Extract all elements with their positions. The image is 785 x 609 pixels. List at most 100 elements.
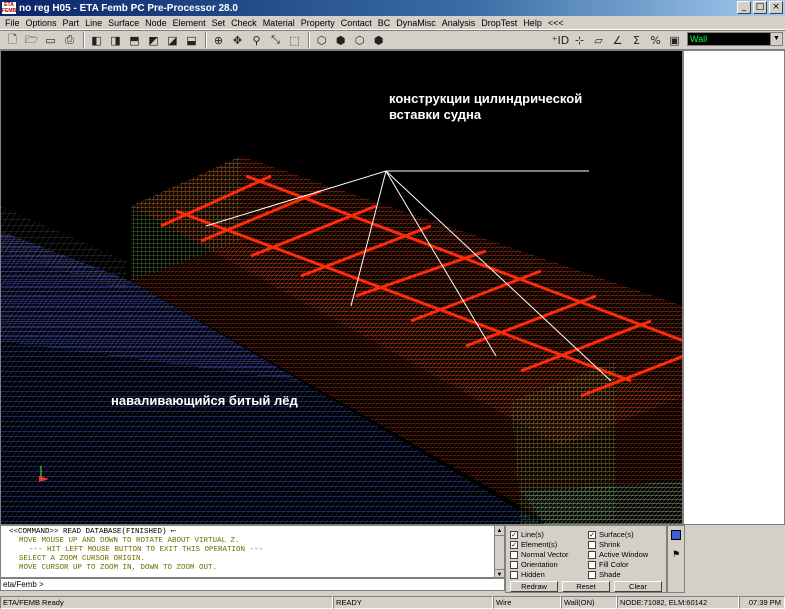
checkbox-icon[interactable] [588,540,596,549]
checkbox-icon[interactable]: ✓ [588,530,596,539]
view-cube-front-icon[interactable]: ◧ [88,32,105,48]
rotate-icon[interactable]: ⊕ [210,32,227,48]
flag-icon[interactable]: ⚑ [671,550,681,562]
command-output: <<COMMAND>> READ DATABASE(FINISHED) ⟵ MO… [0,525,505,578]
menu-check[interactable]: Check [228,18,260,28]
checkbox-surfaces[interactable]: ✓ Surface(s) [588,530,634,539]
view-cube-bottom-icon[interactable]: ⬓ [183,32,200,48]
menu-bc[interactable]: BC [375,18,394,28]
menu-options[interactable]: Options [23,18,60,28]
scroll-down-icon[interactable]: ▼ [495,569,504,577]
current-part-icon[interactable]: ▣ [666,32,683,48]
node-id-icon[interactable]: ⁺ID [552,32,570,48]
command-line: --- HIT LEFT MOUSE BUTTON TO EXIT THIS O… [29,546,264,554]
checkbox-icon[interactable] [510,560,518,569]
menu-file[interactable]: File [2,18,23,28]
checkbox-icon[interactable] [510,550,518,559]
clear-button[interactable]: Clear [614,581,662,592]
zoom-window-icon[interactable]: ⤡ [267,32,284,48]
menu-analysis[interactable]: Analysis [439,18,479,28]
checkbox-hidden[interactable]: Hidden [510,570,545,579]
graphics-viewport[interactable]: конструкции цилиндрической вставки судна… [0,50,683,525]
menu-contact[interactable]: Contact [338,18,375,28]
command-line: SELECT A ZOOM CURSOR ORIGIN. [19,555,146,563]
save-icon[interactable]: ▭ [42,32,59,48]
window-title: no reg H05 - ETA Femb PC Pre-Processor 2… [19,2,238,14]
checkbox-lines[interactable]: ✓ Line(s) [510,530,544,539]
view-cube-back-icon[interactable]: ◪ [164,32,181,48]
ruler-icon[interactable]: ▱ [590,32,607,48]
status-wall: Wall(ON) [561,596,617,609]
command-line: <<COMMAND>> READ DATABASE(FINISHED) ⟵ [9,528,176,536]
checkbox-shade[interactable]: Shade [588,570,621,579]
angle-icon[interactable]: ∠ [609,32,626,48]
part-select[interactable]: Wall ▼ [687,32,783,46]
menu-line[interactable]: Line [82,18,105,28]
print-icon[interactable]: ⎙ [61,32,78,48]
wireframe-cube-icon[interactable]: ⬡ [313,32,330,48]
checkbox-icon[interactable] [588,550,596,559]
toolbar: 🗋 🗁 ▭ ⎙ ◧ ◨ ⬒ ◩ ◪ ⬓ ⊕ ✥ ⚲ ⤡ ⬚ ⬡ ⬢ ⬡ ⬢ ⁺I… [0,30,785,50]
axis-icon[interactable]: ⊹ [571,32,588,48]
menu-property[interactable]: Property [298,18,338,28]
percent-icon[interactable]: % [647,32,664,48]
annotation-structures: конструкции цилиндрической вставки судна [389,91,583,122]
checkbox-fill-color[interactable]: Fill Color [588,560,629,569]
maximize-button[interactable]: □ [753,1,767,14]
command-prompt[interactable]: eta/Femb > [0,578,505,591]
scroll-up-icon[interactable]: ▲ [495,526,504,536]
checkbox-normal-vector[interactable]: Normal Vector [510,550,569,559]
view-cube-iso-icon[interactable]: ◩ [145,32,162,48]
status-counts: NODE:71082, ELM:60142 [617,596,739,609]
sum-icon[interactable]: Σ [628,32,645,48]
menu-droptest[interactable]: DropTest [478,18,520,28]
checkbox-elements[interactable]: ✓ Element(s) [510,540,557,549]
menu-set[interactable]: Set [209,18,229,28]
checkbox-orientation[interactable]: Orientation [510,560,558,569]
menu-bar: File Options Part Line Surface Node Elem… [0,16,785,30]
chevron-down-icon[interactable]: ▼ [770,33,782,45]
close-button[interactable]: × [769,1,783,14]
hidden-cube-icon[interactable]: ⬢ [332,32,349,48]
pan-icon[interactable]: ✥ [229,32,246,48]
fit-view-icon[interactable]: ⬚ [286,32,303,48]
minimize-button[interactable]: _ [737,1,751,14]
checkbox-icon[interactable] [588,560,596,569]
command-prompt-label: eta/Femb > [3,580,44,589]
shaded-cube-icon[interactable]: ⬡ [351,32,368,48]
outline-cube-icon[interactable]: ⬢ [370,32,387,48]
checkbox-icon[interactable] [588,570,596,579]
part-select-value: Wall [690,34,708,44]
view-cube-top-icon[interactable]: ⬒ [126,32,143,48]
menu-material[interactable]: Material [260,18,298,28]
status-time: 07:39 PM [739,596,785,609]
open-folder-icon[interactable]: 🗁 [23,32,40,48]
redraw-button[interactable]: Redraw [510,581,558,592]
menu-part[interactable]: Part [60,18,83,28]
menu-node[interactable]: Node [142,18,170,28]
side-panel [683,50,785,525]
checkbox-shrink[interactable]: Shrink [588,540,620,549]
menu-surface[interactable]: Surface [105,18,142,28]
command-line: MOVE CURSOR UP TO ZOOM IN, DOWN TO ZOOM … [19,564,218,572]
checkbox-icon[interactable] [510,570,518,579]
color-cube-icon[interactable] [671,530,681,540]
panel-tools: ⚑ [667,525,685,593]
checkbox-active-window[interactable]: Active Window [588,550,648,559]
reset-button[interactable]: Reset [562,581,610,592]
menu-help[interactable]: Help [520,18,545,28]
menu-collapse[interactable]: <<< [545,18,567,28]
view-cube-side-icon[interactable]: ◨ [107,32,124,48]
checkbox-icon[interactable]: ✓ [510,540,518,549]
status-app: ETA/FEMB Ready [0,596,333,609]
checkbox-icon[interactable]: ✓ [510,530,518,539]
command-line: MOVE MOUSE UP AND DOWN TO ROTATE ABOUT V… [19,537,240,545]
menu-element[interactable]: Element [170,18,209,28]
zoom-icon[interactable]: ⚲ [248,32,265,48]
status-bar: ETA/FEMB Ready READY Wire Wall(ON) NODE:… [0,596,785,609]
new-file-icon[interactable]: 🗋 [4,32,21,48]
menu-dynamisc[interactable]: DynaMisc [393,18,439,28]
annotation-ice: наваливающийся битый лёд [111,393,298,408]
command-scrollbar[interactable]: ▲ ▼ [494,526,504,577]
title-bar: ETA FEMB no reg H05 - ETA Femb PC Pre-Pro… [0,0,785,16]
